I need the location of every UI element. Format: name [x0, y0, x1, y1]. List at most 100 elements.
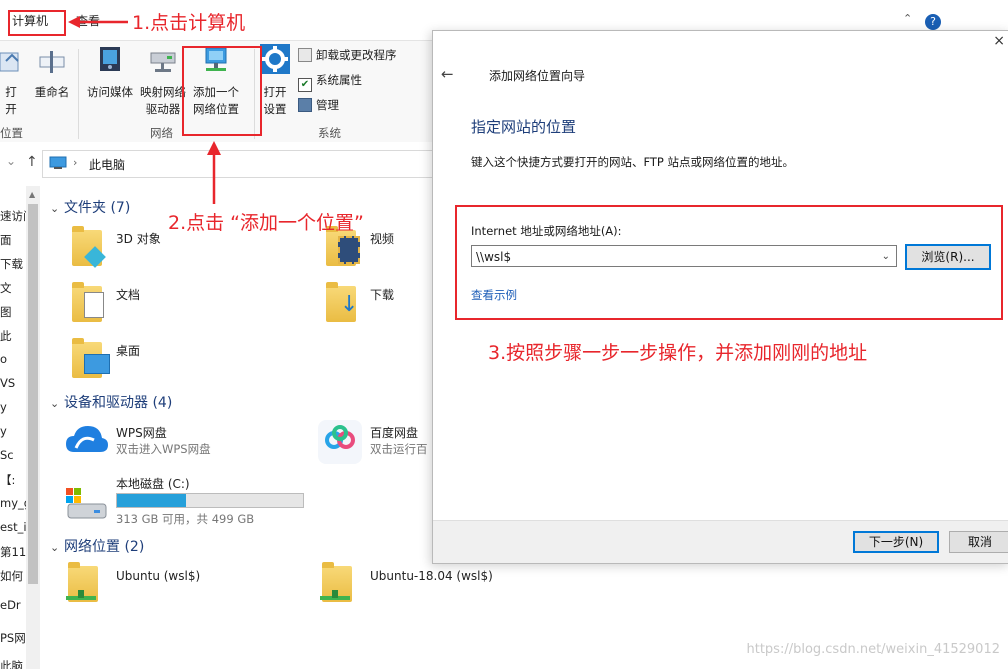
network-section-header[interactable]: ⌄ 网络位置 (2) [50, 536, 144, 556]
dialog-title: 添加网络位置向导 [489, 69, 586, 83]
local-disk-name: 本地磁盘 (C:) [116, 477, 190, 491]
access-media-label: 访问媒体 [87, 85, 133, 99]
map-drive-button[interactable]: 映射网络 驱动器 [138, 45, 188, 118]
folder-desktop[interactable]: 桌面 [116, 342, 140, 359]
rename-icon [39, 51, 65, 73]
scrollbar-thumb[interactable] [28, 204, 38, 584]
chevron-down-icon: ⌄ [50, 397, 60, 410]
manage-label: 管理 [316, 98, 339, 112]
rename-button[interactable]: 重命名 [32, 47, 72, 101]
open-icon [0, 52, 19, 72]
nav-item[interactable]: y [0, 424, 7, 438]
network-drive-icon [150, 52, 176, 72]
annotation-arrow-left-icon [68, 16, 128, 28]
baidu-cloud-icon [318, 420, 362, 464]
nav-item[interactable]: VS [0, 376, 15, 390]
nav-scrollbar[interactable]: ▲ [26, 186, 40, 669]
folder-videos[interactable]: 视频 [370, 230, 394, 247]
wps-drive-subtitle: 双击进入WPS网盘 [116, 442, 211, 456]
document-icon [84, 292, 104, 318]
folder-documents[interactable]: 文档 [116, 286, 140, 303]
cancel-button[interactable]: 取消 [949, 531, 1008, 553]
nav-item[interactable]: y [0, 400, 7, 414]
nav-item[interactable]: 如何 [0, 568, 23, 584]
folder-3d-objects[interactable]: 3D 对象 [116, 230, 161, 247]
open-settings-label-2: 设置 [263, 102, 287, 116]
open-settings-button[interactable]: 打开 设置 [258, 43, 292, 118]
gear-icon [260, 44, 290, 74]
group-system-label: 系统 [318, 126, 341, 140]
checkmark-icon: ✔ [298, 78, 312, 92]
media-icon [100, 47, 120, 71]
breadcrumb-chevron-icon: › [73, 156, 78, 169]
help-icon[interactable]: ? [925, 14, 941, 30]
network-location-ubuntu-1804[interactable]: Ubuntu-18.04 (wsl$) [370, 569, 493, 583]
next-button[interactable]: 下一步(N) [853, 531, 939, 553]
manage-button[interactable]: 管理 [298, 97, 339, 113]
this-pc-icon [49, 156, 67, 169]
open-label: 打开 [5, 85, 17, 116]
dialog-heading: 指定网站的位置 [471, 118, 577, 136]
scroll-up-icon[interactable]: ▲ [29, 190, 35, 199]
local-disk-icon [66, 488, 107, 519]
baidu-drive-subtitle: 双击运行百 [370, 442, 428, 456]
nav-item[interactable]: est_i [0, 520, 27, 534]
nav-item[interactable]: o [0, 352, 7, 366]
chevron-down-icon: ⌄ [50, 541, 60, 554]
nav-item[interactable]: PS网 [0, 630, 26, 646]
wps-cloud-icon [66, 426, 108, 452]
annotation-step-2: 2.点击 “添加一个位置” [168, 212, 364, 234]
nav-item[interactable]: 此脑 [0, 658, 23, 669]
dialog-footer: 下一步(N) 取消 [433, 520, 1008, 563]
ribbon-collapse-icon[interactable]: ⌃ [903, 12, 912, 25]
devices-section-header[interactable]: ⌄ 设备和驱动器 (4) [50, 392, 172, 412]
baidu-drive[interactable]: 百度网盘 双击运行百 [370, 424, 432, 457]
wps-drive[interactable]: WPS网盘 双击进入WPS网盘 [116, 424, 211, 457]
desktop-icon [84, 354, 110, 374]
chevron-down-icon[interactable]: ⌄ [6, 154, 16, 168]
breadcrumb-this-pc[interactable]: 此电脑 [89, 156, 125, 173]
nav-item[interactable]: 文 [0, 280, 12, 296]
folder-downloads[interactable]: 下载 [370, 286, 394, 303]
map-drive-label-1: 映射网络 [140, 85, 186, 99]
system-properties-label: 系统属性 [316, 73, 362, 87]
wps-drive-name: WPS网盘 [116, 426, 167, 440]
annotation-step-3: 3.按照步骤一步一步操作，并添加刚刚的地址 [488, 342, 868, 364]
folders-section-header[interactable]: ⌄ 文件夹 (7) [50, 197, 130, 217]
network-plug-icon [320, 590, 350, 600]
close-icon[interactable]: × [993, 33, 1005, 49]
annotation-box-address-input [455, 205, 1003, 320]
disk-usage-bar [116, 493, 304, 508]
network-location-ubuntu[interactable]: Ubuntu (wsl$) [116, 569, 200, 583]
nav-item[interactable]: 图 [0, 304, 12, 320]
back-arrow-icon[interactable]: ← [441, 65, 454, 83]
folders-section-title: 文件夹 (7) [64, 200, 131, 216]
annotation-arrow-up-icon [207, 141, 221, 204]
watermark: https://blog.csdn.net/weixin_41529012 [746, 642, 1000, 657]
nav-item[interactable]: 下载 [0, 256, 23, 272]
nav-item[interactable]: 面 [0, 232, 12, 248]
group-network-label: 网络 [150, 126, 173, 140]
baidu-drive-name: 百度网盘 [370, 426, 419, 440]
network-section-title: 网络位置 (2) [64, 539, 145, 555]
address-bar[interactable]: › 此电脑 [42, 150, 434, 178]
uninstall-button[interactable]: 卸载或更改程序 [298, 47, 397, 63]
annotation-box-computer-tab [8, 10, 66, 36]
up-arrow-icon[interactable]: ↑ [26, 154, 38, 170]
nav-item[interactable]: 此 [0, 328, 12, 344]
system-properties-button[interactable]: ✔ 系统属性 [298, 72, 362, 92]
nav-item[interactable]: Sc [0, 448, 14, 462]
map-drive-label-2: 驱动器 [145, 102, 181, 116]
nav-item[interactable]: eDr [0, 598, 21, 612]
dialog-description: 键入这个快捷方式要打开的网站、FTP 站点或网络位置的地址。 [471, 155, 795, 169]
annotation-step-1: 1.点击计算机 [132, 12, 246, 34]
open-button[interactable]: 打开 [0, 47, 22, 118]
computer-manage-icon [298, 98, 312, 112]
access-media-button[interactable]: 访问媒体 [84, 45, 136, 101]
network-plug-icon [66, 590, 96, 600]
open-settings-label-1: 打开 [263, 85, 287, 99]
local-disk[interactable]: 本地磁盘 (C:) [116, 475, 190, 492]
nav-item[interactable]: 【: [0, 472, 15, 488]
chevron-down-icon: ⌄ [50, 202, 60, 215]
rename-label: 重命名 [34, 85, 70, 99]
